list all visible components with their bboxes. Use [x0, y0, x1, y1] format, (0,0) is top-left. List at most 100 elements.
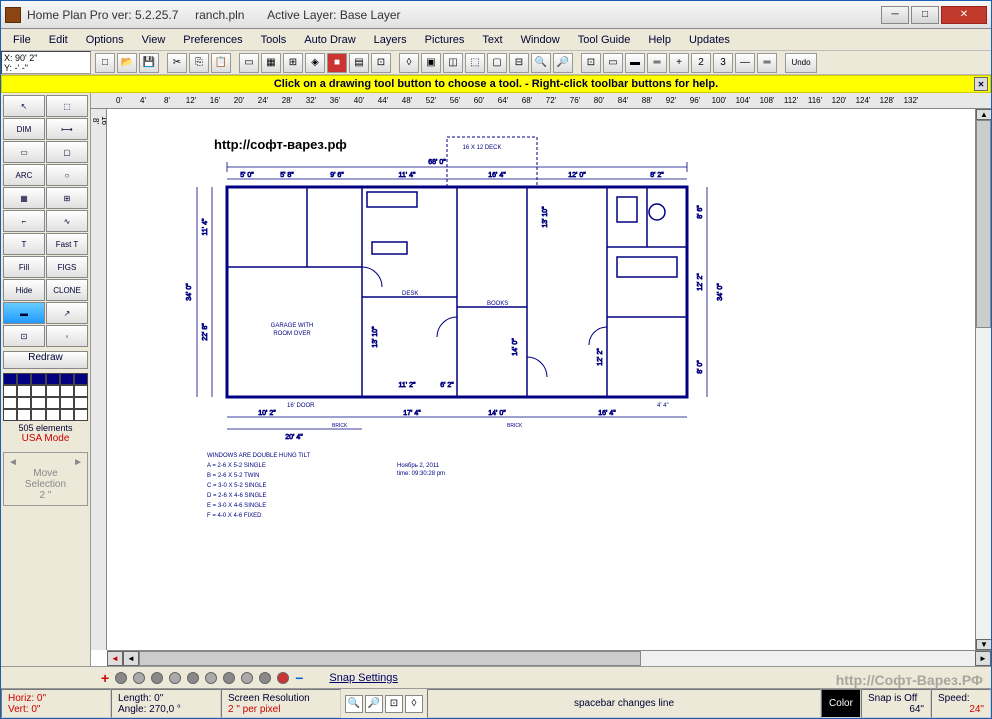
snap-dot[interactable]: [133, 672, 145, 684]
tool-grid[interactable]: ▦: [3, 187, 45, 209]
color-button[interactable]: Color: [821, 689, 861, 718]
menu-view[interactable]: View: [134, 32, 174, 48]
cut-icon[interactable]: ✂: [167, 53, 187, 73]
snap-dot[interactable]: [223, 672, 235, 684]
undo-icon[interactable]: Undo: [785, 53, 817, 73]
maximize-button[interactable]: □: [911, 6, 939, 24]
tool-btn-17[interactable]: ═: [647, 53, 667, 73]
menu-edit[interactable]: Edit: [41, 32, 76, 48]
menu-preferences[interactable]: Preferences: [175, 32, 250, 48]
tool-btn-16[interactable]: ▬: [625, 53, 645, 73]
svg-text:BRICK: BRICK: [507, 423, 523, 429]
tool-btn-6[interactable]: ▤: [349, 53, 369, 73]
tool-btn-12[interactable]: ▢: [487, 53, 507, 73]
tool-line1[interactable]: ⌐: [3, 210, 45, 232]
new-icon[interactable]: □: [95, 53, 115, 73]
paste-icon[interactable]: 📋: [211, 53, 231, 73]
tool-fasttext[interactable]: Fast T: [46, 233, 88, 255]
tool-btn-21[interactable]: —: [735, 53, 755, 73]
tool-btn-19[interactable]: 2: [691, 53, 711, 73]
tool-rect2[interactable]: ▢: [46, 141, 88, 163]
tool-btn-20[interactable]: 3: [713, 53, 733, 73]
color-palette[interactable]: [3, 373, 88, 421]
tool-text[interactable]: T: [3, 233, 45, 255]
menu-help[interactable]: Help: [640, 32, 679, 48]
menu-autodraw[interactable]: Auto Draw: [296, 32, 363, 48]
snap-dot[interactable]: [115, 672, 127, 684]
open-icon[interactable]: 📂: [117, 53, 137, 73]
snap-dot[interactable]: [205, 672, 217, 684]
tool-btn-4[interactable]: ◈: [305, 53, 325, 73]
horizontal-scrollbar[interactable]: ◄ ◄ ►: [107, 650, 991, 666]
tool-btn-9[interactable]: ▣: [421, 53, 441, 73]
zoom-out-icon[interactable]: 🔎: [553, 53, 573, 73]
snap-minus-icon[interactable]: −: [295, 670, 303, 686]
menu-layers[interactable]: Layers: [366, 32, 415, 48]
close-button[interactable]: ✕: [941, 6, 987, 24]
tool-btn-18[interactable]: +: [669, 53, 689, 73]
snap-dot[interactable]: [241, 672, 253, 684]
menu-updates[interactable]: Updates: [681, 32, 738, 48]
zoom-out-icon[interactable]: 🔎: [365, 695, 383, 713]
snap-dot[interactable]: [187, 672, 199, 684]
tool-circle[interactable]: ○: [46, 164, 88, 186]
menu-window[interactable]: Window: [513, 32, 568, 48]
tool-select[interactable]: ↖: [3, 95, 45, 117]
menu-pictures[interactable]: Pictures: [417, 32, 473, 48]
tool-window[interactable]: ⊞: [46, 187, 88, 209]
canvas-area[interactable]: 0'4'8'12'16'20'24'28'32'36'40'44'48'52'5…: [91, 93, 991, 666]
zoom-in-icon[interactable]: 🔍: [531, 53, 551, 73]
menu-text[interactable]: Text: [474, 32, 510, 48]
tool-dim2[interactable]: ⟼: [46, 118, 88, 140]
svg-text:GARAGE WITHROOM OVER: GARAGE WITHROOM OVER: [271, 323, 314, 337]
tool-misc1[interactable]: ⊡: [3, 325, 45, 347]
move-selection-box[interactable]: ◄► Move Selection 2 ": [3, 452, 88, 506]
tool-btn-5[interactable]: ■: [327, 53, 347, 73]
snap-dot[interactable]: [277, 672, 289, 684]
tool-marquee[interactable]: ⬚: [46, 95, 88, 117]
tool-btn-10[interactable]: ◫: [443, 53, 463, 73]
close-hint-icon[interactable]: ✕: [974, 77, 988, 91]
tool-btn-22[interactable]: ═: [757, 53, 777, 73]
snap-dot[interactable]: [259, 672, 271, 684]
tool-misc2[interactable]: ◦: [46, 325, 88, 347]
zoom-1-icon[interactable]: ◊: [405, 695, 423, 713]
minimize-button[interactable]: ─: [881, 6, 909, 24]
save-icon[interactable]: 💾: [139, 53, 159, 73]
tool-fill[interactable]: Fill: [3, 256, 45, 278]
tool-btn-14[interactable]: ⊡: [581, 53, 601, 73]
tool-dim[interactable]: DIM: [3, 118, 45, 140]
tool-btn-1[interactable]: ▭: [239, 53, 259, 73]
snap-dot[interactable]: [151, 672, 163, 684]
tool-wall[interactable]: ▬: [3, 302, 45, 324]
tool-line2[interactable]: ∿: [46, 210, 88, 232]
tool-btn-2[interactable]: ▦: [261, 53, 281, 73]
snap-plus-icon[interactable]: +: [101, 670, 109, 686]
zoom-in-icon[interactable]: 🔍: [345, 695, 363, 713]
tool-btn-15[interactable]: ▭: [603, 53, 623, 73]
drawing-canvas[interactable]: http://софт-варез.рф: [107, 109, 975, 650]
redraw-button[interactable]: Redraw: [3, 351, 88, 369]
menu-toolguide[interactable]: Tool Guide: [570, 32, 639, 48]
tool-btn-3[interactable]: ⊞: [283, 53, 303, 73]
tool-arc[interactable]: ARC: [3, 164, 45, 186]
tool-btn-11[interactable]: ⬚: [465, 53, 485, 73]
tool-line3[interactable]: ↗: [46, 302, 88, 324]
snap-settings-link[interactable]: Snap Settings: [329, 672, 398, 684]
svg-text:11' 4": 11' 4": [399, 172, 416, 179]
menu-tools[interactable]: Tools: [253, 32, 295, 48]
tool-btn-13[interactable]: ⊟: [509, 53, 529, 73]
tool-clone[interactable]: CLONE: [46, 279, 88, 301]
copy-icon[interactable]: ⎘: [189, 53, 209, 73]
tool-figs[interactable]: FIGS: [46, 256, 88, 278]
tool-btn-7[interactable]: ⊡: [371, 53, 391, 73]
menu-file[interactable]: File: [5, 32, 39, 48]
svg-text:68' 0": 68' 0": [428, 159, 446, 166]
vertical-scrollbar[interactable]: ▲ ▼: [975, 109, 991, 650]
zoom-fit-icon[interactable]: ⊡: [385, 695, 403, 713]
snap-dot[interactable]: [169, 672, 181, 684]
tool-hide[interactable]: Hide: [3, 279, 45, 301]
tool-rect[interactable]: ▭: [3, 141, 45, 163]
menu-options[interactable]: Options: [78, 32, 132, 48]
tool-btn-8[interactable]: ◊: [399, 53, 419, 73]
